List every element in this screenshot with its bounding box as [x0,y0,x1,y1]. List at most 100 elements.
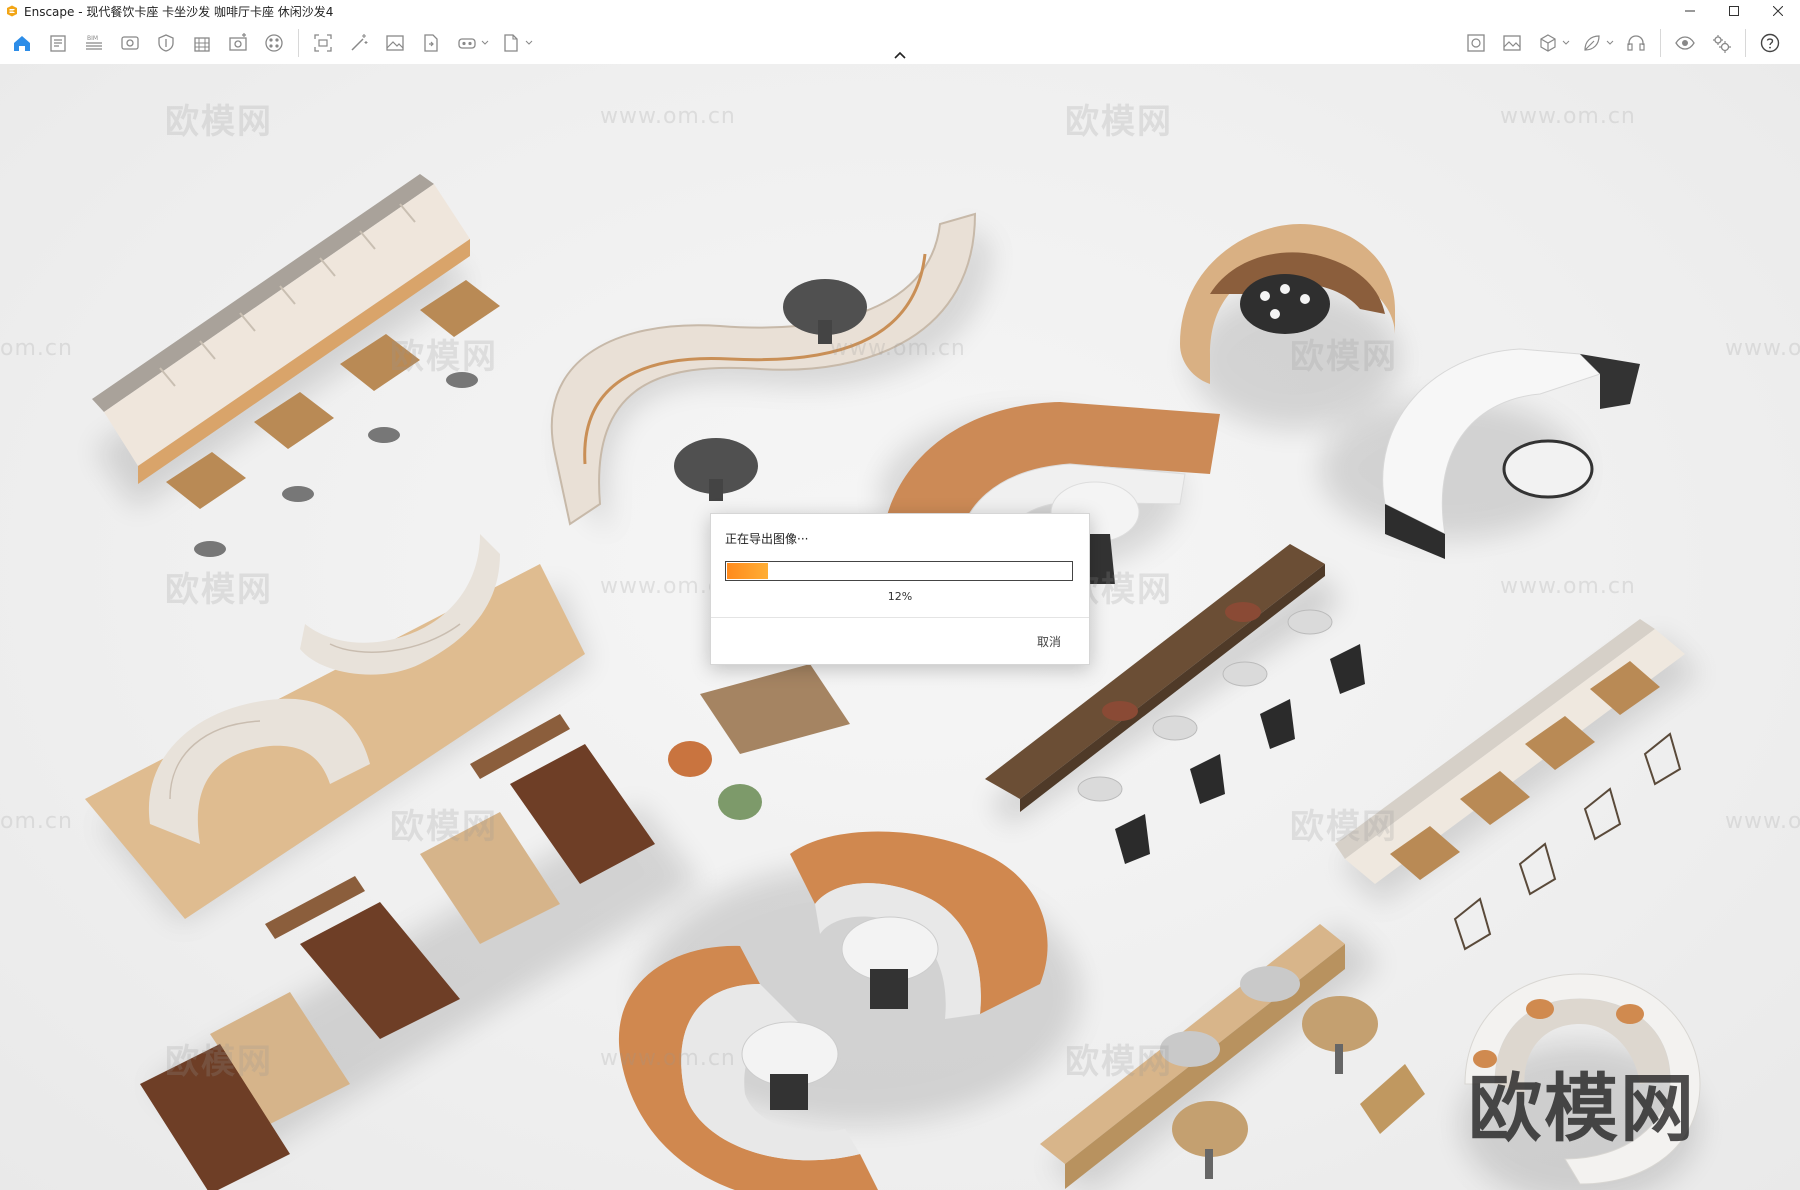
asset-dropdown[interactable] [1606,30,1614,56]
booth-row-right [1335,619,1700,951]
watermark: 欧模网 [390,807,498,847]
watermark-url: www.om.cn [600,1046,736,1071]
minimize-icon [1685,10,1695,12]
maximize-icon [1729,6,1739,16]
view-management-button[interactable] [117,30,143,56]
toolbar-left-group: BIM [4,22,537,64]
toolbar-right-group [1458,22,1788,64]
dialog-divider [711,617,1089,618]
watermark: 欧模网 [1065,1042,1173,1082]
eye-icon [1675,36,1695,50]
progress-percent: 12% [887,590,913,603]
watermark: 欧模网 [165,570,273,610]
toolbar-separator [1660,29,1661,57]
watermark: 欧模网 [165,1042,273,1082]
chevron-down-icon [481,40,489,45]
watermark-url: www.om.cn [1500,574,1636,599]
gallery-button[interactable] [1499,30,1525,56]
export-dropdown[interactable] [525,30,533,56]
screenshot-button[interactable] [310,30,336,56]
headset-icon [1627,35,1645,51]
site-context-button[interactable] [189,30,215,56]
watermark-url: om.cn [0,336,73,361]
watermark: 欧模网 [390,337,498,377]
object-button[interactable] [1535,30,1561,56]
watermark: 欧模网 [1065,102,1173,142]
asset-library-button[interactable] [261,30,287,56]
video-add-icon [229,33,247,51]
notes-icon [50,35,66,52]
enscape-window: Enscape - 现代餐饮卡座 卡坐沙发 咖啡厅卡座 休闲沙发4 BIM 欧模… [0,0,1800,1190]
watermark-url: www.om.cn [830,336,966,361]
asset-library-icon [265,34,283,52]
chevron-down-icon [525,40,533,45]
watermark-url: om.cn [0,809,73,834]
help-icon [1760,33,1780,53]
watermark-url: www.om.cn [600,104,736,129]
bim-icon: BIM [86,35,102,50]
toolbar-separator [1745,29,1746,57]
leaf-icon [1584,35,1600,51]
video-editor-button[interactable] [225,30,251,56]
chevron-down-icon [1606,40,1614,45]
minimize-button[interactable] [1668,0,1712,22]
svg-text:BIM: BIM [87,35,98,42]
close-icon [1773,6,1783,16]
settings-icon [1713,35,1731,53]
title-bar: Enscape - 现代餐饮卡座 卡坐沙发 咖啡厅卡座 休闲沙发4 [0,0,1800,22]
toolbar-separator [298,29,299,57]
shield-icon [158,34,174,52]
material-editor-button[interactable] [1463,30,1489,56]
watermark: 欧模网 [1290,337,1398,377]
collapse-toolbar-chevron-icon[interactable] [892,50,908,62]
object-dropdown[interactable] [1562,30,1570,56]
settings-button[interactable] [1708,30,1734,56]
home-button[interactable] [9,30,35,56]
bim-button[interactable]: BIM [81,30,107,56]
building-icon [194,37,210,52]
brand-watermark: 欧模网 [1468,1066,1696,1152]
enscape-logo-icon [7,5,17,17]
vr-dropdown[interactable] [481,30,489,56]
chevron-down-icon [1562,40,1570,45]
round-booth-brown [1180,224,1400,429]
magic-wand-icon [351,34,368,51]
view-icon [121,36,139,50]
visual-settings-button[interactable] [346,30,372,56]
cube-icon [1540,34,1556,52]
photo-icon [1503,35,1521,51]
help-button[interactable] [1757,30,1783,56]
export-document-button[interactable] [498,30,524,56]
watermark-url: www.om.cn [1725,809,1800,834]
watermark-url: www.om.cn [1500,104,1636,129]
export-file-icon [424,34,438,52]
live-view-button[interactable] [1672,30,1698,56]
export-progress-bar [725,561,1073,581]
lounge-chairs [668,664,850,820]
progress-fill [727,563,768,579]
cancel-button[interactable]: 取消 [1037,633,1061,650]
vr-headset-icon [458,38,476,49]
headset-button[interactable] [1623,30,1649,56]
main-toolbar: BIM [0,22,1800,65]
screenshot-icon [314,34,332,52]
asset-button[interactable] [1579,30,1605,56]
home-icon [14,36,30,51]
close-button[interactable] [1756,0,1800,22]
watermark-url: www.om.cn [1725,336,1800,361]
image-icon [386,35,404,51]
notes-button[interactable] [45,30,71,56]
watermark: 欧模网 [165,102,273,142]
render-image-button[interactable] [382,30,408,56]
window-title: Enscape - 现代餐饮卡座 卡坐沙发 咖啡厅卡座 休闲沙发4 [24,4,334,19]
safe-frame-button[interactable] [153,30,179,56]
maximize-button[interactable] [1712,0,1756,22]
export-button[interactable] [418,30,444,56]
material-icon [1467,34,1485,52]
watermark: 欧模网 [1290,807,1398,847]
vr-button[interactable] [454,30,480,56]
document-icon [504,34,518,52]
window-controls [1668,0,1800,22]
dialog-title: 正在导出图像··· [725,532,809,546]
export-progress-dialog: 正在导出图像··· 12% 取消 [710,513,1090,665]
